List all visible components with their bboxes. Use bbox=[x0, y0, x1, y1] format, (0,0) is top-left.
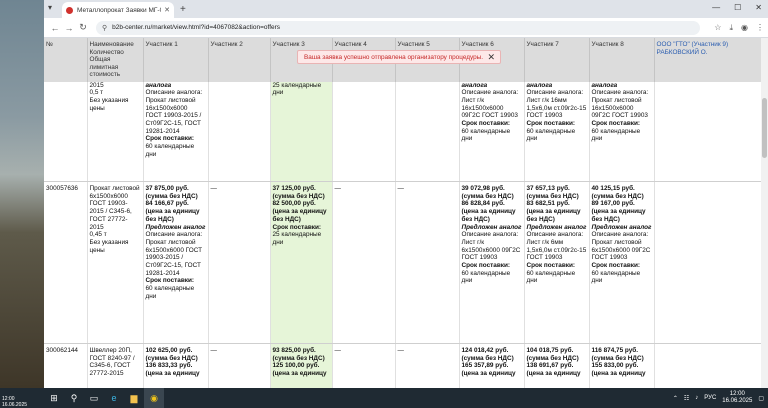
scrollbar-thumb[interactable] bbox=[762, 98, 767, 158]
offer-cell: 40 125,15 руб. (сумма без НДС) 89 167,00… bbox=[589, 181, 655, 344]
tray-chevron-icon[interactable]: ⌃ bbox=[673, 395, 678, 402]
window-controls: — ☐ ✕ bbox=[712, 3, 762, 12]
volume-icon[interactable]: ♪ bbox=[695, 395, 698, 401]
table-row: 300057636 Прокат листовой 6х1500х6000 ГО… bbox=[44, 181, 768, 344]
desktop-clock-overlay: 12:00 16.06.2025 bbox=[2, 396, 28, 408]
desktop-wallpaper-left bbox=[0, 0, 44, 388]
system-tray: ⌃ ☷ ♪ РУС 12:00 16.06.2025 ▢ bbox=[673, 388, 764, 408]
best-offer-cell: 37 125,00 руб. (сумма без НДС) 82 500,00… bbox=[270, 181, 333, 344]
search-icon[interactable]: ⚲ bbox=[64, 388, 84, 408]
col-participant-8: Участник 8 bbox=[589, 38, 655, 82]
col-number: № bbox=[44, 38, 88, 82]
menu-icon[interactable]: ⋮ bbox=[756, 23, 764, 32]
table-row: 2015 0,5 т Без указания цены аналога Опи… bbox=[44, 81, 768, 182]
edge-browser-icon[interactable]: e bbox=[104, 388, 124, 408]
item-number: 300062144 bbox=[44, 343, 88, 388]
back-icon[interactable]: ← bbox=[48, 23, 62, 33]
best-offer-cell: 25 календарные дни bbox=[270, 81, 333, 182]
offer-cell: 37 875,00 руб. (сумма без НДС) 84 166,67… bbox=[143, 181, 209, 344]
offer-cell: 37 657,13 руб. (сумма без НДС) 83 682,51… bbox=[524, 181, 590, 344]
site-info-icon[interactable]: ⚲ bbox=[102, 24, 107, 32]
download-icon[interactable]: ⤓ bbox=[729, 23, 733, 33]
close-window-icon[interactable]: ✕ bbox=[755, 3, 762, 12]
offer-cell: 116 874,75 руб. (сумма без НДС) 155 833,… bbox=[589, 343, 655, 388]
success-notification: Ваша заявка успешно отправлена организат… bbox=[297, 50, 501, 64]
vertical-scrollbar[interactable] bbox=[761, 38, 768, 388]
offers-table: № Наименование Количество Общая лимитная… bbox=[44, 38, 768, 388]
notification-text: Ваша заявка успешно отправлена организат… bbox=[304, 53, 484, 61]
forward-icon[interactable]: → bbox=[62, 23, 76, 33]
file-explorer-icon[interactable]: ▆ bbox=[124, 388, 144, 408]
url-text: b2b-center.ru/market/view.html?id=406708… bbox=[112, 24, 281, 31]
offer-cell: 39 072,98 руб. (сумма без НДС) 86 828,84… bbox=[459, 181, 525, 344]
browser-window: ▾ Металлопрокат Заявки МГ-0... ✕ + — ☐ ✕… bbox=[44, 0, 768, 388]
item-name: Швеллер 20П, ГОСТ 8240-97 / С345-6, ГОСТ… bbox=[87, 343, 144, 388]
col-name: Наименование Количество Общая лимитная с… bbox=[87, 38, 144, 82]
close-tab-icon[interactable]: ✕ bbox=[164, 6, 170, 14]
network-icon[interactable]: ☷ bbox=[684, 395, 689, 402]
favicon-icon bbox=[66, 6, 73, 14]
taskbar: ⊞ ⚲ ▭ e ▆ ◉ ⌃ ☷ ♪ РУС 12:00 16.06.2025 ▢ bbox=[0, 388, 768, 408]
new-tab-button[interactable]: + bbox=[180, 2, 186, 18]
close-notification-icon[interactable]: ✕ bbox=[487, 52, 495, 63]
clock[interactable]: 12:00 16.06.2025 bbox=[722, 391, 752, 405]
browser-tab[interactable]: Металлопрокат Заявки МГ-0... ✕ bbox=[62, 2, 174, 18]
reload-icon[interactable]: ↻ bbox=[76, 22, 90, 33]
table-row: 300062144 Швеллер 20П, ГОСТ 8240-97 / С3… bbox=[44, 343, 768, 388]
language-indicator[interactable]: РУС bbox=[704, 395, 716, 401]
col-participant-7: Участник 7 bbox=[524, 38, 590, 82]
col-participant-2: Участник 2 bbox=[208, 38, 271, 82]
col-participant-9-link[interactable]: ООО "ГТО" (Участник 9) РАБКОВСКИЙ О. bbox=[654, 38, 768, 82]
offer-cell: 104 018,75 руб. (сумма без НДС) 138 691,… bbox=[524, 343, 590, 388]
profile-icon[interactable]: ◉ bbox=[741, 23, 748, 32]
task-view-icon[interactable]: ▭ bbox=[84, 388, 104, 408]
address-bar[interactable]: ⚲ b2b-center.ru/market/view.html?id=4067… bbox=[96, 20, 701, 35]
tab-title: Металлопрокат Заявки МГ-0... bbox=[77, 6, 162, 14]
page-content: № Наименование Количество Общая лимитная… bbox=[44, 38, 768, 388]
maximize-icon[interactable]: ☐ bbox=[734, 3, 741, 12]
offer-cell: 102 625,00 руб. (сумма без НДС) 136 833,… bbox=[143, 343, 209, 388]
col-participant-1: Участник 1 bbox=[143, 38, 209, 82]
browser-toolbar: ← → ↻ ⚲ b2b-center.ru/market/view.html?i… bbox=[44, 18, 768, 38]
notifications-icon[interactable]: ▢ bbox=[758, 395, 764, 402]
best-offer-cell: 93 825,00 руб. (сумма без НДС) 125 100,0… bbox=[270, 343, 333, 388]
bookmark-star-icon[interactable]: ☆ bbox=[714, 23, 721, 32]
tab-search-icon[interactable]: ▾ bbox=[48, 3, 52, 12]
start-button[interactable]: ⊞ bbox=[44, 388, 64, 408]
item-number: 300057636 bbox=[44, 181, 88, 344]
offer-cell: 124 018,42 руб. (сумма без НДС) 165 357,… bbox=[459, 343, 525, 388]
chrome-browser-icon[interactable]: ◉ bbox=[144, 388, 164, 408]
tab-bar: ▾ Металлопрокат Заявки МГ-0... ✕ + — ☐ ✕ bbox=[44, 0, 768, 18]
minimize-icon[interactable]: — bbox=[712, 3, 720, 12]
item-name: Прокат листовой 6х1500х6000 ГОСТ 19903-2… bbox=[87, 181, 144, 344]
item-name: 2015 0,5 т Без указания цены bbox=[87, 81, 144, 182]
